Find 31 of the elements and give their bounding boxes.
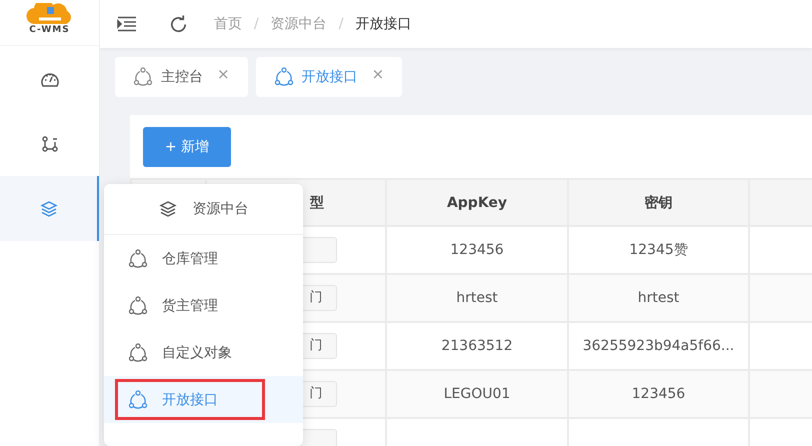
nodes-icon [128,248,148,268]
nodes-icon [274,67,294,87]
layers-icon [40,200,58,216]
breadcrumb-separator: / [254,16,259,32]
layers-icon [158,201,176,217]
menu-fold-icon[interactable] [117,16,137,32]
breadcrumb-separator: / [338,16,344,32]
header-cell: 密钥 [568,179,749,226]
breadcrumb-item[interactable]: 首页 [214,15,242,33]
logo-text: C-WMS [29,25,70,35]
page-tab[interactable]: 主控台 × [115,57,248,97]
table-cell: hrtest [568,274,749,322]
add-button[interactable]: + 新增 [143,127,231,167]
close-icon[interactable]: × [217,65,230,83]
breadcrumb-item: 开放接口 [355,15,412,33]
header-cell: AppKey [386,179,568,226]
nodes-icon [128,390,148,410]
nodes-icon [133,67,153,87]
submenu-item[interactable]: 仓库管理 [104,235,303,282]
flow-icon [40,134,58,152]
nodes-icon [128,296,148,316]
breadcrumb-item[interactable]: 资源中台 [270,15,327,33]
refresh-icon[interactable] [169,14,188,34]
sidebar-item[interactable] [0,176,99,241]
nodes-icon [128,342,148,362]
table-cell: LEGOU01 [386,370,568,418]
table-cell: hrtest [386,274,568,322]
table-cell: 123456 [568,370,749,418]
page-tab[interactable]: 开放接口 × [256,57,402,97]
close-icon[interactable]: × [372,65,384,83]
submenu-item[interactable]: 开放接口 [112,376,268,423]
